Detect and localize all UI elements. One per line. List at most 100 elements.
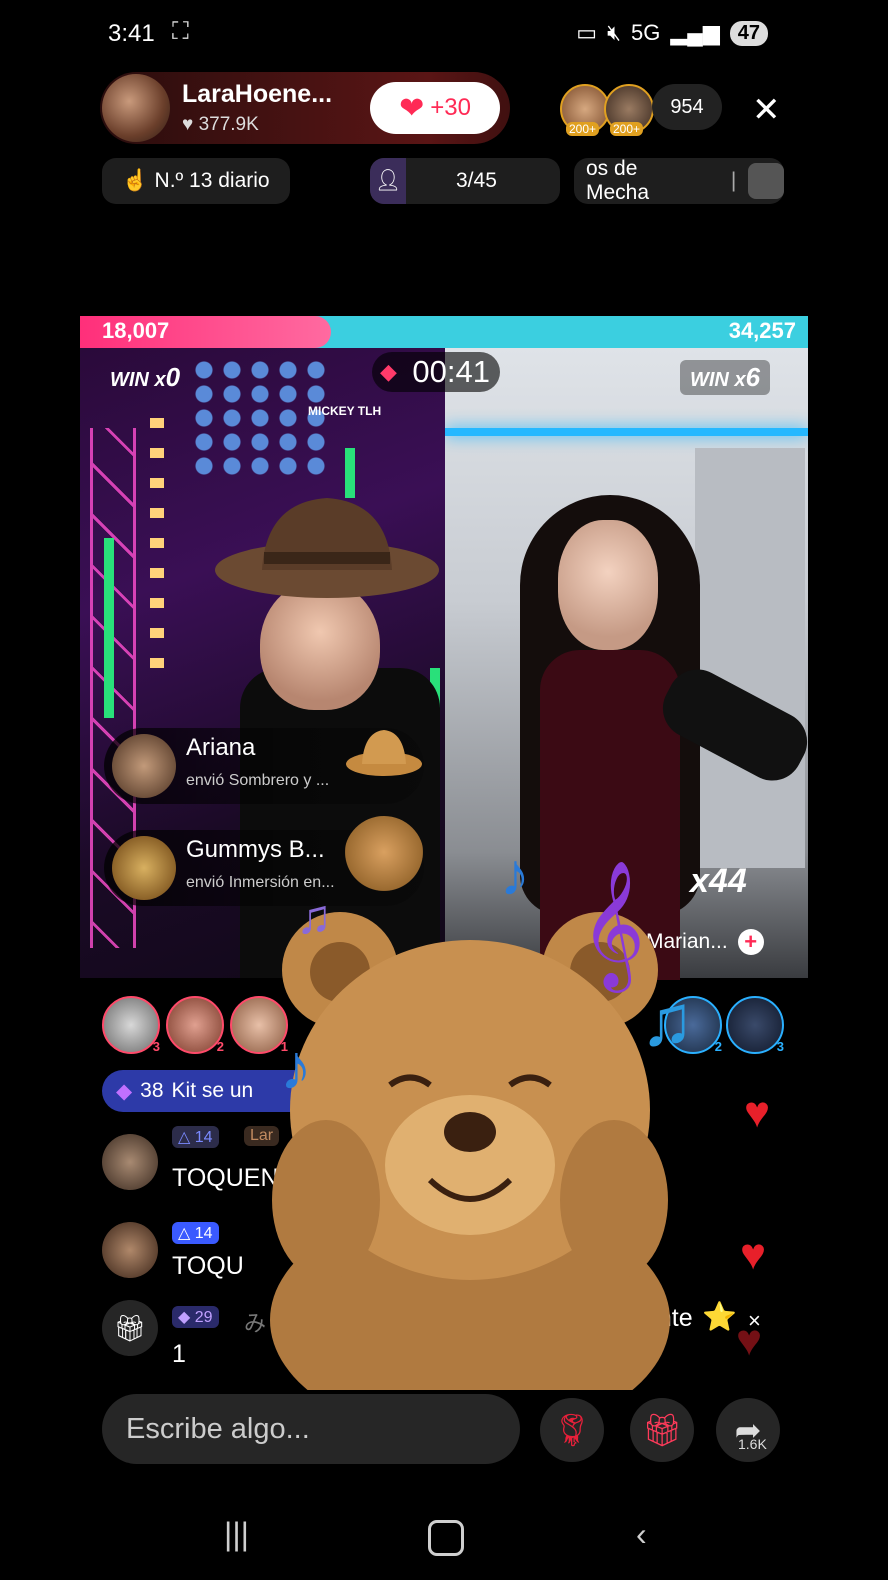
- gift-icon: 🎁︎: [641, 1412, 683, 1448]
- like-button-label: +30: [430, 94, 471, 121]
- diamond-icon: ◆: [178, 1309, 191, 1326]
- chat-level-badge: △ 14: [172, 1126, 219, 1148]
- win-label: WIN: [690, 369, 729, 391]
- battle-icon: ◆: [380, 359, 397, 384]
- win-multiplier: x: [154, 369, 166, 391]
- rose-gift-button[interactable]: 🌹︎: [540, 1398, 604, 1462]
- level-icon: △: [178, 1225, 191, 1242]
- screen-capture-icon: ⛶: [172, 18, 189, 45]
- host-likes-count: 377.9K: [198, 114, 259, 135]
- cowboy-hat: [215, 498, 439, 598]
- viewers-group[interactable]: 200+ 200+ 954: [560, 84, 722, 136]
- network-label: 5G: [630, 20, 661, 45]
- host-name: LaraHoene...: [182, 80, 333, 108]
- like-button[interactable]: ❤ +30: [370, 82, 500, 134]
- door: [695, 448, 805, 868]
- chat-level-value: 29: [194, 1309, 213, 1326]
- chat-avatar[interactable]: [102, 1222, 158, 1278]
- gift-sender-avatar: [112, 734, 176, 798]
- music-note-icon: ♪: [500, 841, 530, 908]
- progress-pill[interactable]: 👤︎ 3/45: [370, 158, 560, 204]
- battery-level: 47: [729, 20, 768, 46]
- host-likes: ♥ 377.9K: [182, 114, 259, 136]
- signal-icon: ▂▄▆: [670, 20, 720, 45]
- status-bar: 3:41 ⛶ ▭ 🔇︎ 5G ▂▄▆ 47: [0, 18, 888, 52]
- diamond-icon: ◆: [116, 1079, 133, 1103]
- heart-icon: ♥: [182, 114, 194, 135]
- comment-input[interactable]: Escribe algo...: [102, 1394, 520, 1464]
- recent-apps-icon[interactable]: |||: [224, 1516, 249, 1553]
- gift-notification[interactable]: Ariana envió Sombrero y ...: [104, 728, 424, 804]
- ticker-pill[interactable]: os de Mecha |: [574, 157, 784, 204]
- battle-right-score: 34,257: [728, 318, 796, 343]
- heart-icon: ❤: [399, 91, 425, 125]
- share-button[interactable]: ➦: [716, 1398, 780, 1462]
- back-icon[interactable]: ‹: [636, 1516, 647, 1553]
- music-note-icon: ♫: [640, 981, 694, 1061]
- ticker-label: os de Mecha: [586, 157, 650, 204]
- follow-plus-icon[interactable]: +: [737, 929, 764, 955]
- top-gifter-avatar[interactable]: 3: [726, 996, 784, 1054]
- rose-icon: 🌹︎: [551, 1412, 593, 1448]
- gifter-rank: 3: [776, 1039, 784, 1054]
- battle-timer-value: 00:41: [412, 354, 490, 389]
- left-win-value: 0: [165, 362, 181, 392]
- floating-heart-icon: ♥: [744, 1088, 771, 1137]
- viewer-avatar[interactable]: 200+: [560, 84, 610, 136]
- host-card[interactable]: LaraHoene... ♥ 377.9K ❤ +30: [100, 72, 510, 144]
- home-icon[interactable]: [428, 1520, 464, 1556]
- gift-detail: envió Sombrero y ...: [186, 772, 330, 789]
- sticker-cluster: [190, 358, 330, 478]
- floating-heart-icon: ♥: [740, 1230, 767, 1279]
- gift-sender-avatar: [112, 836, 176, 900]
- viewer-count[interactable]: 954: [652, 84, 722, 130]
- music-note-icon: ♪: [280, 1031, 312, 1103]
- mute-icon: 🔇︎: [607, 20, 621, 45]
- share-count: 1.6K: [738, 1436, 767, 1452]
- viewer-avatar[interactable]: 200+: [604, 84, 654, 136]
- wolf-icon: [748, 163, 784, 199]
- music-clef-icon: 𝄞: [580, 862, 646, 985]
- gifter-rank: 3: [152, 1039, 160, 1054]
- status-icons: ▭ 🔇︎ 5G ▂▄▆ 47: [576, 20, 768, 46]
- gift-sender-name: Gummys B...: [186, 836, 325, 863]
- win-multiplier: x: [734, 369, 746, 391]
- gift-button[interactable]: 🎁︎: [630, 1398, 694, 1462]
- floating-heart-icon: ♥: [736, 1316, 763, 1365]
- right-win-count: WIN x6: [680, 360, 771, 395]
- gifter-rank: 2: [216, 1039, 224, 1054]
- overlay-tag: MICKEY TLH: [308, 404, 382, 418]
- neon-light: [445, 428, 808, 436]
- guest-face: [558, 520, 658, 650]
- level-icon: △: [178, 1129, 191, 1146]
- close-icon[interactable]: ✕: [752, 90, 781, 130]
- top-gifter-avatar[interactable]: 3: [102, 996, 160, 1054]
- top-gifter-avatar[interactable]: 2: [166, 996, 224, 1054]
- chat-avatar[interactable]: [102, 1134, 158, 1190]
- daily-rank-label: N.º 13 diario: [154, 169, 270, 192]
- teddy-gift-icon: [344, 816, 424, 896]
- gift-notification[interactable]: Gummys B... envió Inmersión en...: [104, 816, 424, 906]
- gift-box-icon[interactable]: 🎁︎: [102, 1300, 158, 1356]
- win-label: WIN: [110, 369, 149, 391]
- pinned-diamonds: 38: [140, 1079, 164, 1102]
- daily-rank-pill[interactable]: ☝ N.º 13 diario: [102, 158, 290, 204]
- gifter-rank: 2: [714, 1039, 722, 1054]
- stage-light: [104, 538, 114, 718]
- chat-message-text: 1: [172, 1340, 186, 1368]
- chat-level-badge: △ 14: [172, 1222, 219, 1244]
- cast-icon: ▭: [576, 20, 598, 45]
- chat-level-value: 14: [194, 1225, 213, 1242]
- battle-score-bar: 18,007 34,257: [80, 316, 808, 348]
- viewer-badge: 200+: [566, 122, 600, 136]
- cowboy-hat-gift-icon: [346, 730, 422, 776]
- host-avatar[interactable]: [102, 74, 170, 142]
- right-win-value: 6: [745, 362, 761, 392]
- music-note-icon: ♫: [296, 891, 332, 944]
- ticker-divider: |: [730, 169, 737, 192]
- hand-icon: ☝: [122, 169, 149, 192]
- battle-timer: ◆ 00:41: [372, 352, 500, 392]
- chat-level-value: 14: [194, 1129, 213, 1146]
- gift-combo-counter: x44: [690, 862, 747, 900]
- stage-lights: [150, 418, 164, 678]
